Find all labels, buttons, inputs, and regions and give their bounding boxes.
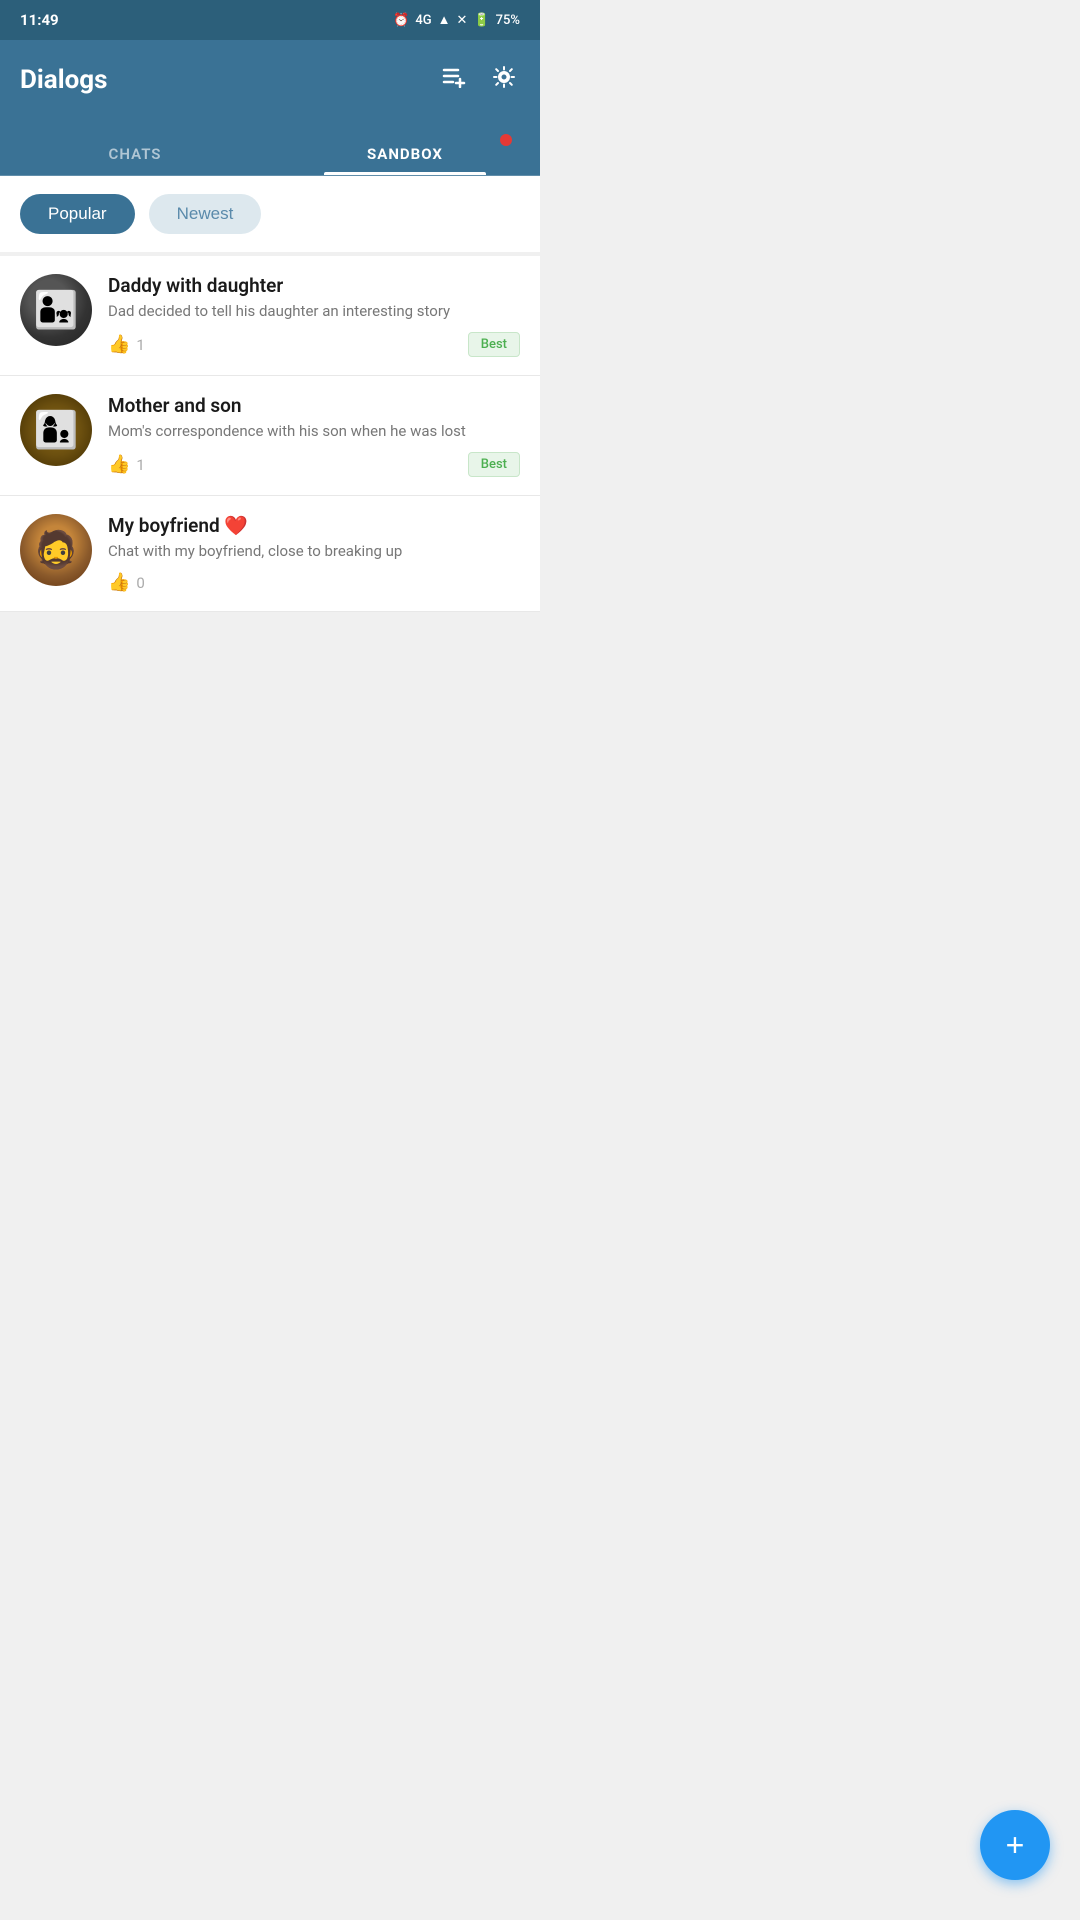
page-title: Dialogs bbox=[20, 65, 107, 95]
chat-title-1: Daddy with daughter bbox=[108, 274, 520, 297]
status-bar: 11:49 ⏰ 4G ▲ ✕ 🔋 75% bbox=[0, 0, 540, 40]
likes-count-1: 1 bbox=[136, 336, 144, 354]
settings-button[interactable] bbox=[488, 61, 520, 99]
chat-item-1[interactable]: Daddy with daughter Dad decided to tell … bbox=[0, 256, 540, 376]
signal-icon: ▲ bbox=[438, 12, 451, 28]
battery-icon: 🔋 bbox=[473, 13, 489, 28]
chat-content-3: My boyfriend ❤️ Chat with my boyfriend, … bbox=[108, 514, 520, 593]
filter-newest-button[interactable]: Newest bbox=[149, 194, 262, 234]
chat-likes-1: 👍 1 bbox=[108, 334, 145, 355]
tab-chats[interactable]: CHATS bbox=[0, 120, 270, 175]
tab-sandbox[interactable]: SANDBOX bbox=[270, 120, 540, 175]
thumbs-up-icon-2: 👍 bbox=[108, 454, 130, 475]
chat-footer-3: 👍 0 bbox=[108, 572, 520, 593]
chat-title-3: My boyfriend ❤️ bbox=[108, 514, 520, 537]
list-add-icon bbox=[442, 66, 466, 88]
signal-x-icon: ✕ bbox=[457, 13, 468, 28]
chat-list: Daddy with daughter Dad decided to tell … bbox=[0, 256, 540, 612]
chat-subtitle-2: Mom's correspondence with his son when h… bbox=[108, 421, 520, 442]
status-time: 11:49 bbox=[20, 11, 59, 29]
network-label: 4G bbox=[415, 13, 431, 28]
chat-footer-2: 👍 1 Best bbox=[108, 452, 520, 477]
status-icons: ⏰ 4G ▲ ✕ 🔋 75% bbox=[393, 12, 520, 28]
chat-item-3[interactable]: My boyfriend ❤️ Chat with my boyfriend, … bbox=[0, 496, 540, 612]
chat-title-2: Mother and son bbox=[108, 394, 520, 417]
chat-footer-1: 👍 1 Best bbox=[108, 332, 520, 357]
tab-sandbox-label: SANDBOX bbox=[367, 145, 443, 163]
tab-sandbox-indicator bbox=[324, 172, 486, 175]
header-actions bbox=[438, 61, 520, 99]
gear-icon bbox=[492, 65, 516, 89]
chat-likes-2: 👍 1 bbox=[108, 454, 145, 475]
avatar-boyfriend bbox=[20, 514, 92, 586]
likes-count-3: 0 bbox=[136, 574, 144, 592]
chat-item-2[interactable]: Mother and son Mom's correspondence with… bbox=[0, 376, 540, 496]
chat-likes-3: 👍 0 bbox=[108, 572, 145, 593]
thumbs-up-icon-3: 👍 bbox=[108, 572, 130, 593]
chat-content-2: Mother and son Mom's correspondence with… bbox=[108, 394, 520, 477]
thumbs-up-icon-1: 👍 bbox=[108, 334, 130, 355]
tab-chats-label: CHATS bbox=[109, 145, 162, 163]
chat-subtitle-1: Dad decided to tell his daughter an inte… bbox=[108, 301, 520, 322]
avatar-mother-son bbox=[20, 394, 92, 466]
tab-bar: CHATS SANDBOX bbox=[0, 120, 540, 176]
likes-count-2: 1 bbox=[136, 456, 144, 474]
sandbox-badge bbox=[500, 134, 512, 146]
filter-popular-button[interactable]: Popular bbox=[20, 194, 135, 234]
avatar-daddy-daughter bbox=[20, 274, 92, 346]
chat-content-1: Daddy with daughter Dad decided to tell … bbox=[108, 274, 520, 357]
chat-subtitle-3: Chat with my boyfriend, close to breakin… bbox=[108, 541, 520, 562]
app-header: Dialogs bbox=[0, 40, 540, 120]
add-list-button[interactable] bbox=[438, 62, 470, 98]
battery-label: 75% bbox=[496, 13, 520, 28]
best-badge-2: Best bbox=[468, 452, 520, 477]
best-badge-1: Best bbox=[468, 332, 520, 357]
filter-row: Popular Newest bbox=[0, 176, 540, 252]
fab-add-button[interactable]: + bbox=[980, 1810, 1050, 1880]
alarm-icon: ⏰ bbox=[393, 13, 409, 28]
